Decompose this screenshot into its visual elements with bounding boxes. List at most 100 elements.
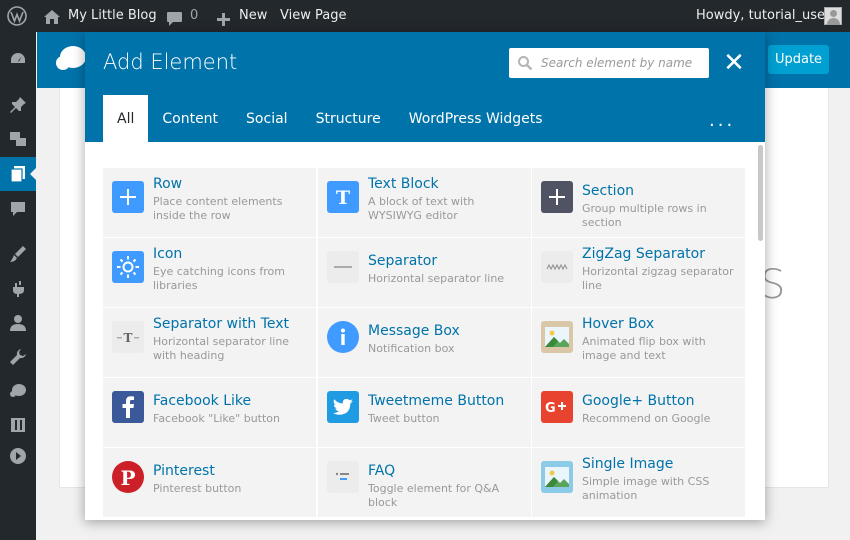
search-icon: [509, 48, 541, 78]
element-card-facebook-like[interactable]: Facebook Like Facebook "Like" button: [103, 378, 316, 447]
element-title: Facebook Like: [153, 393, 252, 409]
element-title: Tweetmeme Button: [368, 393, 505, 409]
view-page-link[interactable]: View Page: [280, 0, 346, 32]
account-greeting[interactable]: Howdy, tutorial_user: [696, 0, 830, 32]
element-card-tweetmeme-button[interactable]: Tweetmeme Button Tweet button: [318, 378, 531, 447]
tab-content[interactable]: Content: [148, 95, 232, 142]
element-card-pinterest[interactable]: P Pinterest Pinterest button: [103, 448, 316, 517]
scrollbar[interactable]: [758, 145, 763, 241]
search-input[interactable]: [541, 56, 701, 70]
more-tabs-button[interactable]: ...: [709, 110, 735, 131]
wordpress-logo-icon[interactable]: [7, 6, 29, 26]
dashboard-icon[interactable]: [0, 42, 36, 76]
element-title: Google+ Button: [582, 393, 695, 409]
element-title: FAQ: [368, 463, 396, 479]
element-description: Horizontal zigzag separator line: [582, 265, 734, 292]
element-card-icon[interactable]: Icon Eye catching icons from libraries: [103, 238, 316, 307]
element-title: Message Box: [368, 323, 460, 339]
new-content-link[interactable]: New: [239, 0, 267, 32]
element-title: Pinterest: [153, 463, 215, 479]
element-description: Tweet button: [368, 412, 440, 425]
twitter-icon: [327, 391, 359, 423]
admin-side-menu: [0, 32, 36, 540]
facebook-icon: [112, 391, 144, 423]
svg-text:G: G: [545, 401, 556, 416]
element-description: Group multiple rows in section: [582, 202, 707, 229]
element-card-section[interactable]: Section Group multiple rows in section: [532, 168, 745, 237]
element-title: Section: [582, 183, 635, 199]
collapse-menu-icon[interactable]: [0, 439, 36, 473]
element-description: Pinterest button: [153, 482, 242, 495]
element-card-row[interactable]: Row Place content elements inside the row: [103, 168, 316, 237]
element-card-text-block[interactable]: T Text Block A block of text with WYSIWYG …: [318, 168, 531, 237]
tools-icon[interactable]: [0, 340, 36, 374]
comment-icon[interactable]: [166, 8, 183, 26]
users-icon[interactable]: [0, 306, 36, 340]
element-card-google-button[interactable]: G Google+ Button Recommend on Google: [532, 378, 745, 447]
tab-social[interactable]: Social: [232, 95, 302, 142]
settings-sliders-icon[interactable]: [0, 408, 36, 442]
new-plus-icon[interactable]: [216, 8, 231, 26]
comments-icon[interactable]: [0, 192, 36, 226]
admin-bar: My Little Blog 0 New View Page Howdy, tu…: [0, 0, 850, 32]
appearance-icon[interactable]: [0, 237, 36, 271]
faq-icon: [327, 461, 359, 493]
site-name-link[interactable]: My Little Blog: [68, 0, 157, 32]
element-title: Separator with Text: [153, 316, 290, 332]
zigzag-icon: [541, 251, 573, 283]
info-icon: [327, 321, 359, 353]
element-card-single-image[interactable]: Single Image Simple image with CSS animat…: [532, 448, 745, 517]
avatar[interactable]: [824, 7, 842, 25]
element-title: ZigZag Separator: [582, 246, 705, 262]
element-description: Horizontal separator line with heading: [153, 335, 290, 362]
element-card-separator[interactable]: Separator Horizontal separator line: [318, 238, 531, 307]
element-description: Simple image with CSS animation: [582, 475, 710, 502]
element-card-zigzag-separator[interactable]: ZigZag Separator Horizontal zigzag separa…: [532, 238, 745, 307]
tab-structure[interactable]: Structure: [302, 95, 395, 142]
separator-line-icon: [327, 251, 359, 283]
media-icon[interactable]: [0, 122, 36, 156]
pushpin-icon[interactable]: [0, 88, 36, 122]
element-title: Single Image: [582, 456, 674, 472]
add-element-modal: Add Element ✕ AllContentSocialStructureW…: [85, 32, 765, 520]
plugins-icon[interactable]: [0, 272, 36, 306]
element-description: Horizontal separator line: [368, 272, 505, 285]
modal-header: Add Element ✕ AllContentSocialStructureW…: [85, 32, 765, 142]
svg-text:P: P: [120, 466, 135, 490]
update-button[interactable]: Update: [768, 45, 829, 74]
element-description: A block of text with WYSIWYG editor: [368, 195, 475, 222]
pages-icon[interactable]: [0, 157, 36, 191]
element-description: Eye catching icons from libraries: [153, 265, 285, 292]
home-icon[interactable]: [43, 7, 61, 25]
pinterest-icon: P: [112, 461, 144, 493]
element-description: Place content elements inside the row: [153, 195, 283, 222]
svg-text:T: T: [336, 187, 350, 209]
element-card-separator-with-text[interactable]: T Separator with Text Horizontal separator…: [103, 308, 316, 377]
tab-wordpress-widgets[interactable]: WordPress Widgets: [395, 95, 557, 142]
google-plus-icon: G: [541, 391, 573, 423]
sun-icon: [112, 251, 144, 283]
svg-text:T: T: [124, 331, 133, 345]
category-tabs: All Content Social Structure WordPress Widge…: [103, 95, 557, 142]
element-card-message-box[interactable]: Message Box Notification box: [318, 308, 531, 377]
modal-title: Add Element: [103, 50, 238, 74]
composer-logo-icon: [55, 44, 87, 74]
plus-icon: [112, 181, 144, 213]
composer-bubble-icon[interactable]: [0, 374, 36, 408]
image-icon: [541, 321, 573, 353]
element-description: Toggle element for Q&A block: [368, 482, 500, 509]
tab-all[interactable]: All: [103, 95, 149, 142]
element-card-faq[interactable]: FAQ Toggle element for Q&A block: [318, 448, 531, 517]
comments-count[interactable]: 0: [190, 0, 198, 32]
element-description: Recommend on Google: [582, 412, 711, 425]
element-title: Text Block: [368, 176, 439, 192]
element-card-hover-box[interactable]: Hover Box Animated flip box with image an…: [532, 308, 745, 377]
element-description: Animated flip box with image and text: [582, 335, 706, 362]
element-description: Notification box: [368, 342, 455, 355]
separator-text-icon: T: [112, 321, 144, 353]
element-description: Facebook "Like" button: [153, 412, 281, 425]
search-field[interactable]: [509, 48, 709, 78]
element-title: Row: [153, 176, 183, 192]
element-title: Separator: [368, 253, 438, 269]
close-button[interactable]: ✕: [721, 50, 747, 76]
